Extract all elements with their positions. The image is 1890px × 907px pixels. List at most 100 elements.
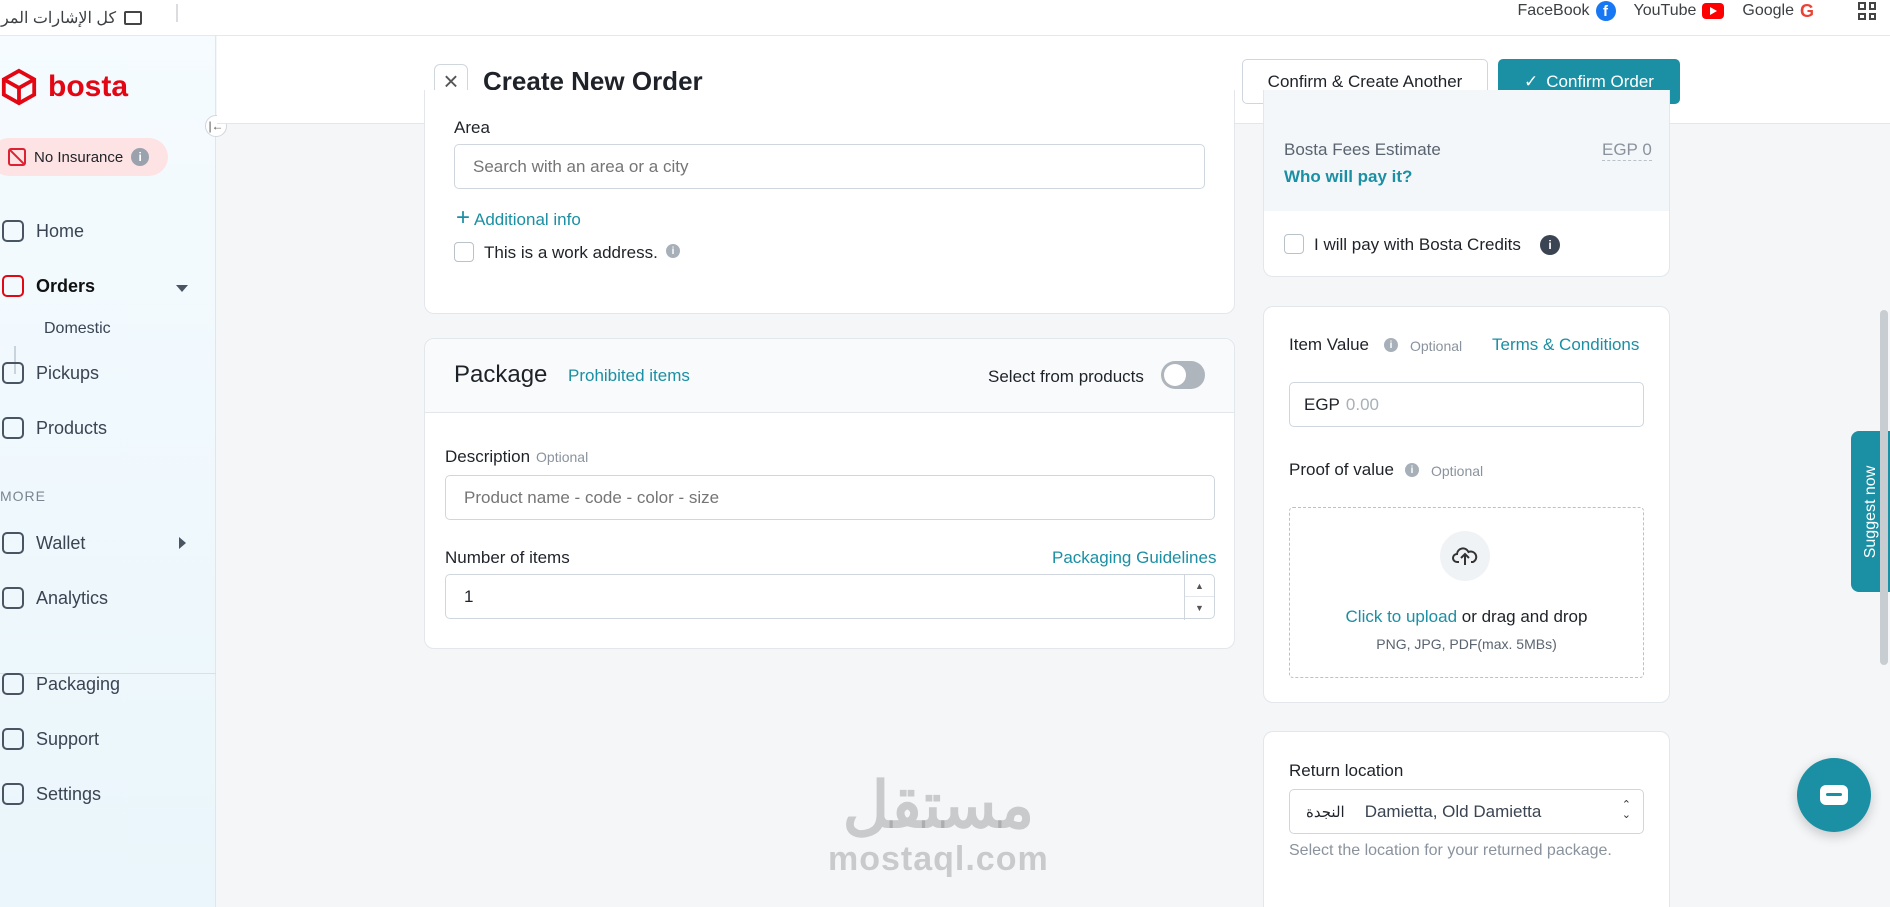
description-input[interactable] xyxy=(445,475,1215,520)
bosta-credits-checkbox[interactable] xyxy=(1284,234,1304,254)
sidebar-item-analytics[interactable]: Analytics xyxy=(0,587,108,609)
select-products-label: Select from products xyxy=(988,367,1144,386)
support-icon xyxy=(2,728,24,750)
apps-grid-icon[interactable] xyxy=(1858,2,1876,20)
bookmark-facebook[interactable]: FaceBook f xyxy=(1517,1,1616,21)
logo[interactable]: bosta xyxy=(0,68,128,106)
info-icon[interactable]: i xyxy=(131,148,150,166)
item-value-optional: Optional xyxy=(1410,338,1463,354)
sidebar-item-label: Settings xyxy=(36,783,102,804)
item-value-label: Item Value xyxy=(1289,335,1370,354)
proof-optional: Optional xyxy=(1431,463,1484,479)
upload-text: Click to upload or drag and drop xyxy=(1290,607,1643,627)
description-label-text: Description xyxy=(445,447,531,466)
sidebar-item-support[interactable]: Support xyxy=(0,728,99,750)
chevron-down-icon[interactable] xyxy=(176,285,188,292)
bookmark-google-label: Google xyxy=(1742,2,1794,19)
watermark-arabic: مستقل xyxy=(842,769,1035,841)
prohibited-items-link[interactable]: Prohibited items xyxy=(568,366,690,386)
youtube-icon xyxy=(1702,3,1725,19)
return-location-value: Damietta, Old Damietta xyxy=(1364,801,1542,821)
info-icon[interactable]: i xyxy=(1384,338,1398,352)
drag-drop-text: or drag and drop xyxy=(1461,607,1588,626)
decrement-icon[interactable]: ▼ xyxy=(1185,597,1214,619)
sidebar-item-label: Wallet xyxy=(36,532,86,553)
who-will-pay-link[interactable]: Who will pay it? xyxy=(1284,167,1412,187)
return-location-card: Return location النجدة Damietta, Old Dam… xyxy=(1263,731,1670,907)
return-location-label: Return location xyxy=(1289,761,1404,780)
bosta-credits-label: I will pay with Bosta Credits xyxy=(1314,235,1521,254)
check-icon: ✓ xyxy=(1524,71,1539,91)
fees-estimate-value: EGP 0 xyxy=(1602,140,1652,161)
area-label: Area xyxy=(454,118,490,137)
chevron-right-icon[interactable] xyxy=(179,537,186,549)
sidebar-item-label: Support xyxy=(36,728,100,749)
sidebar-item-label: Analytics xyxy=(36,587,109,608)
items-value: 1 xyxy=(464,586,474,606)
home-icon xyxy=(2,220,24,242)
logo-text: bosta xyxy=(48,70,129,103)
confirm-order-label: Confirm Order xyxy=(1546,71,1654,91)
items-label: Number of items xyxy=(445,548,570,567)
package-title: Package xyxy=(454,361,548,388)
box-icon xyxy=(2,275,24,297)
wallet-icon xyxy=(2,532,24,554)
upload-hint: PNG, JPG, PDF(max. 5MBs) xyxy=(1376,636,1557,652)
bookmarks-folder[interactable]: كل الإشارات المرجعية xyxy=(0,8,143,28)
increment-icon[interactable]: ▲ xyxy=(1185,575,1214,597)
packaging-icon xyxy=(2,673,24,695)
work-address-label: This is a work address. xyxy=(484,243,658,262)
sidebar: bosta No Insurance i Home Orders Domesti… xyxy=(0,36,216,907)
sidebar-item-orders[interactable]: Orders xyxy=(0,275,95,297)
facebook-icon: f xyxy=(1595,1,1616,21)
bookmark-facebook-label: FaceBook xyxy=(1517,2,1590,19)
watermark-english: mostaql.com xyxy=(828,840,1049,878)
work-address-checkbox[interactable] xyxy=(454,242,474,262)
currency-prefix: EGP xyxy=(1304,394,1340,414)
folder-icon xyxy=(124,11,143,25)
bookmark-links: FaceBook f YouTube Google G xyxy=(1517,0,1814,22)
upload-dropzone[interactable]: Click to upload or drag and drop PNG, JP… xyxy=(1289,507,1644,678)
info-icon[interactable]: i xyxy=(1405,463,1419,477)
more-section-label: MORE xyxy=(0,488,46,504)
sidebar-item-pickups[interactable]: Pickups xyxy=(0,362,99,384)
area-search-input[interactable] xyxy=(454,144,1205,189)
sidebar-item-products[interactable]: Products xyxy=(0,417,107,439)
item-value-input[interactable]: EGP 0.00 xyxy=(1289,382,1644,427)
return-location-select[interactable]: النجدة Damietta, Old Damietta ⌃ ⌄ xyxy=(1289,789,1644,834)
address-card: Area +Additional info This is a work add… xyxy=(424,90,1235,314)
sidebar-item-label: Packaging xyxy=(36,673,121,694)
analytics-icon xyxy=(2,587,24,609)
return-location-tag: النجدة xyxy=(1306,803,1345,821)
sidebar-item-home[interactable]: Home xyxy=(0,220,84,242)
sidebar-item-settings[interactable]: Settings xyxy=(0,783,101,805)
item-value-placeholder: 0.00 xyxy=(1345,394,1379,414)
terms-conditions-link[interactable]: Terms & Conditions xyxy=(1492,335,1639,355)
info-icon[interactable]: i xyxy=(1540,235,1560,255)
info-icon[interactable]: i xyxy=(666,244,680,258)
packaging-guidelines-link[interactable]: Packaging Guidelines xyxy=(1052,548,1216,568)
scrollbar[interactable] xyxy=(1880,310,1888,665)
chevron-up-down-icon: ⌃ ⌄ xyxy=(1621,799,1631,821)
bookmark-google[interactable]: Google G xyxy=(1742,1,1814,22)
insurance-badge[interactable]: No Insurance i xyxy=(0,138,168,176)
sidebar-item-wallet[interactable]: Wallet xyxy=(0,532,85,554)
bookmarks-separator xyxy=(176,4,178,22)
click-to-upload-link[interactable]: Click to upload xyxy=(1346,607,1458,626)
fees-card: Bosta Fees Estimate EGP 0 Who will pay i… xyxy=(1263,90,1670,277)
sidebar-subitem-domestic[interactable]: Domestic xyxy=(44,320,111,338)
chat-icon xyxy=(1820,785,1848,805)
additional-info-link[interactable]: + Additional info xyxy=(456,204,581,232)
sidebar-item-packaging[interactable]: Packaging xyxy=(0,673,120,695)
bookmark-youtube[interactable]: YouTube xyxy=(1634,2,1725,20)
bookmarks-bar: كل الإشارات المرجعية FaceBook f YouTube … xyxy=(0,0,1890,36)
sidebar-item-label: Products xyxy=(36,417,108,438)
stepper-controls: ▲ ▼ xyxy=(1184,575,1214,620)
sidebar-item-label: Pickups xyxy=(36,362,100,383)
suggest-now-label: Suggest now xyxy=(1862,465,1879,558)
gear-icon xyxy=(2,783,24,805)
select-products-toggle[interactable] xyxy=(1161,361,1205,389)
chat-button[interactable] xyxy=(1797,758,1871,832)
items-quantity-stepper[interactable]: 1 ▲ ▼ xyxy=(445,574,1215,620)
additional-info-label: Additional info xyxy=(474,210,581,229)
